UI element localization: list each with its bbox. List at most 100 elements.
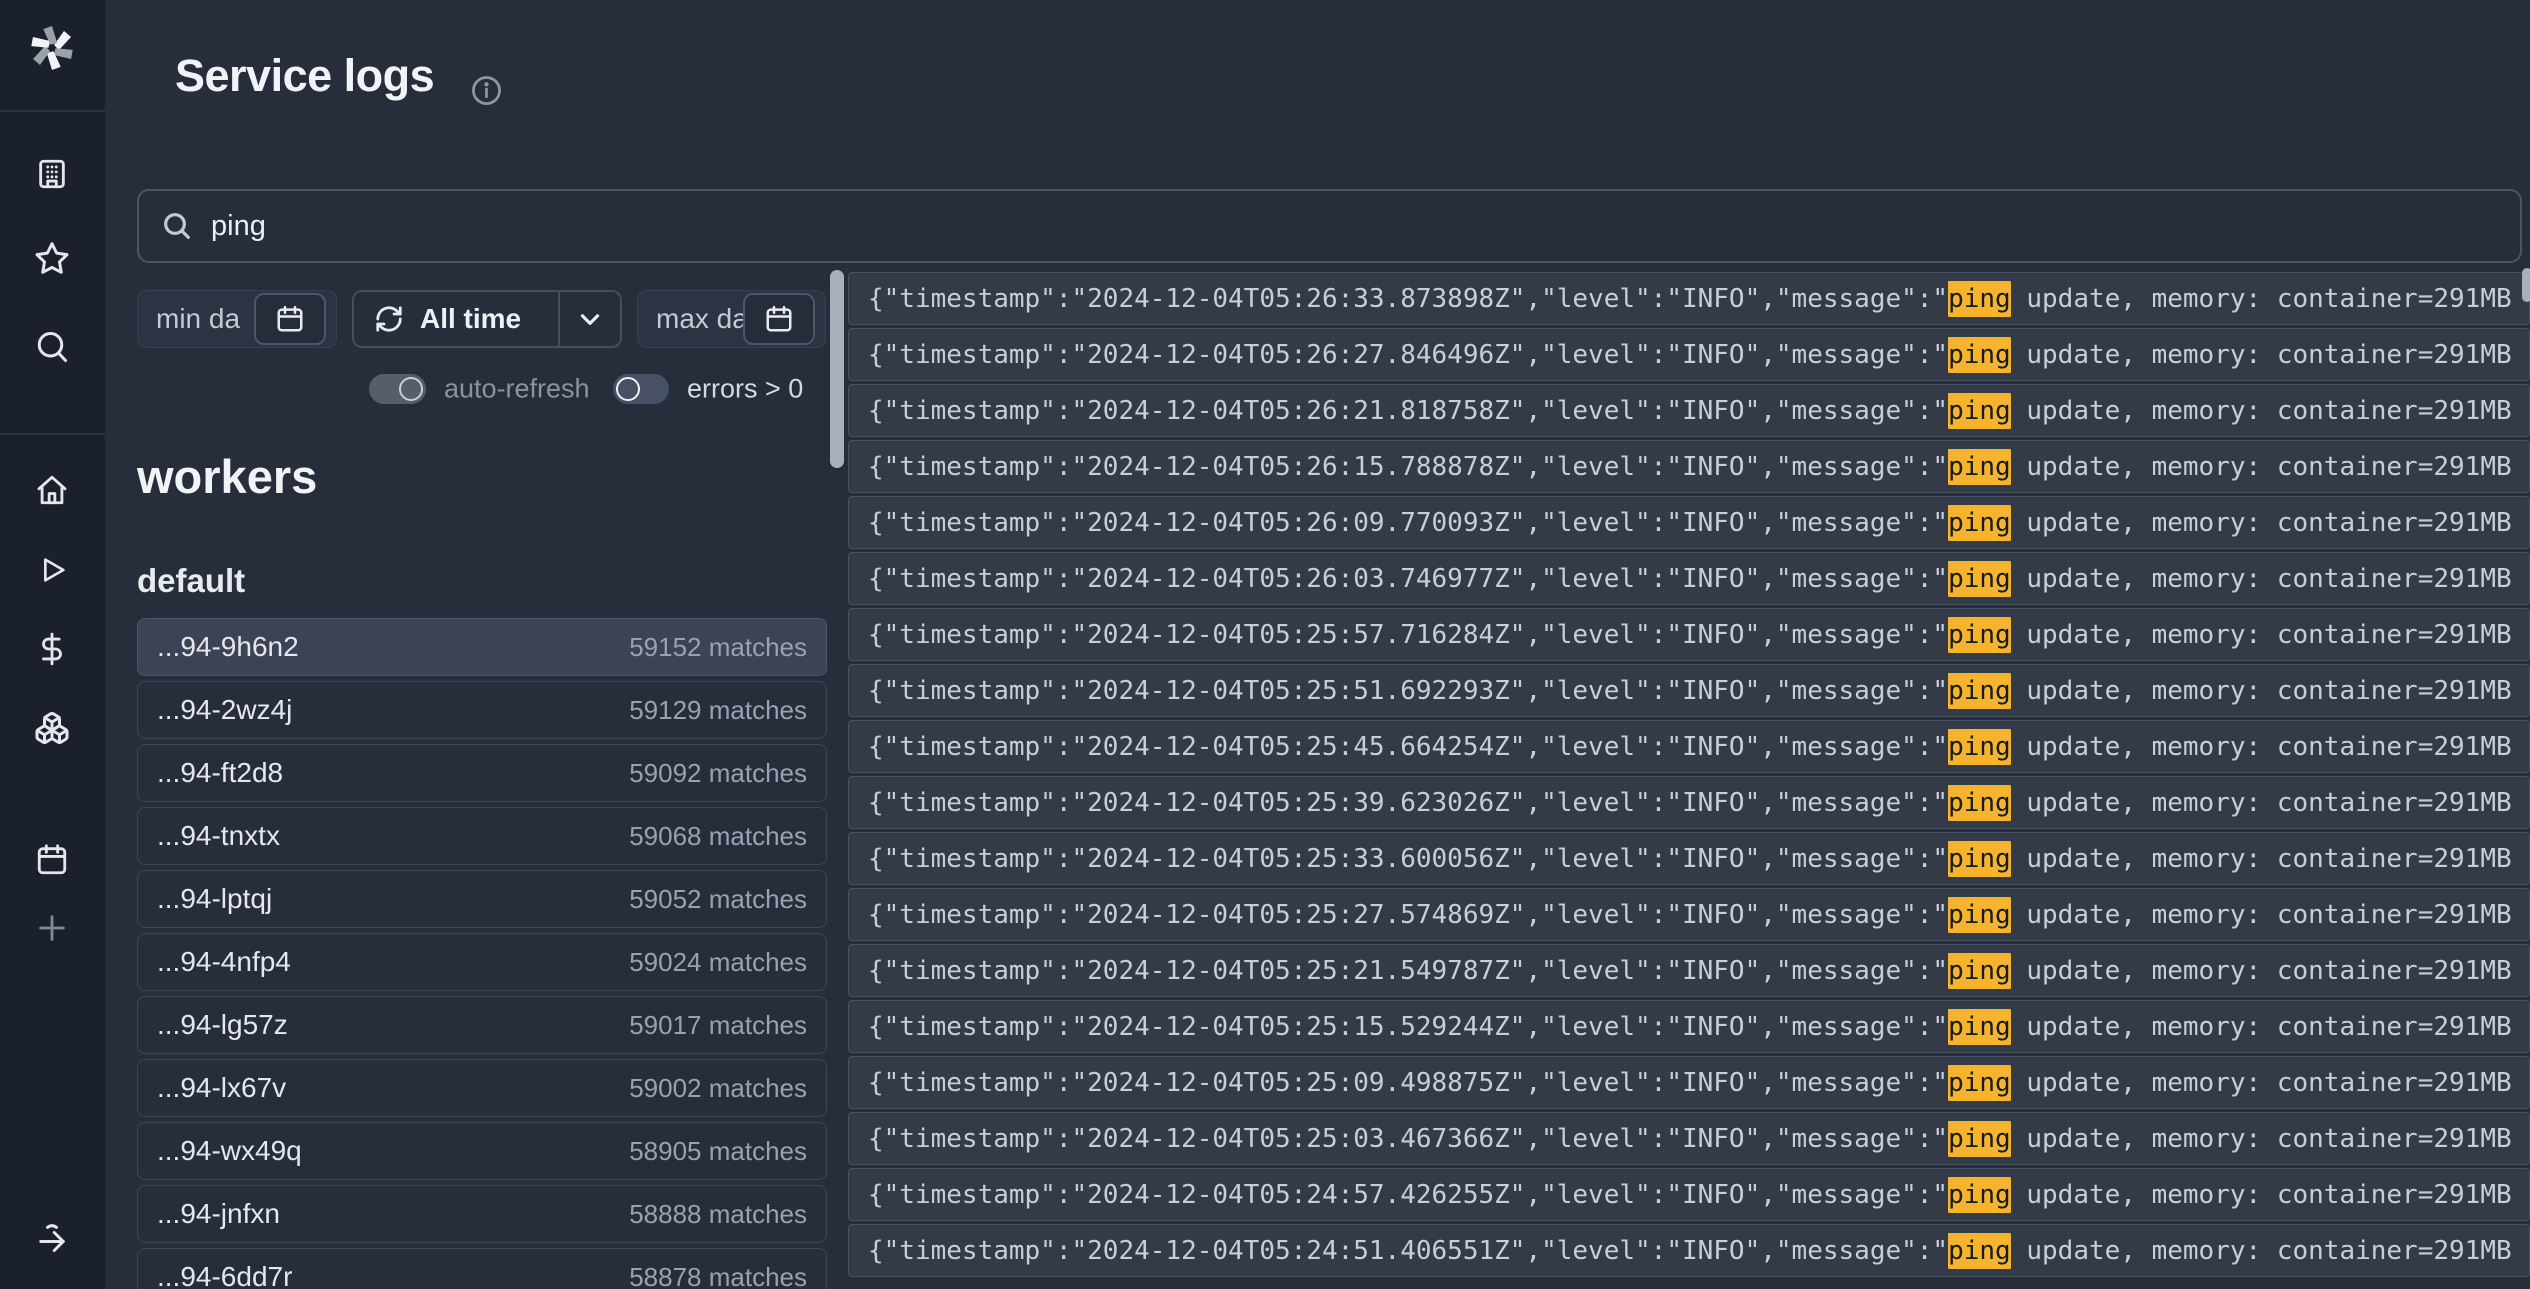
worker-row[interactable]: ...94-9h6n2 59152 matches: [137, 618, 827, 676]
log-text: update, memory: container=291MB: [2011, 620, 2512, 650]
worker-match-count: 59024 matches: [629, 947, 807, 978]
search-icon: [161, 210, 193, 242]
worker-row[interactable]: ...94-lx67v 59002 matches: [137, 1059, 827, 1117]
worker-row[interactable]: ...94-jnfxn58888 matches: [137, 1185, 827, 1243]
log-text: {"timestamp":"2024-12-04T05:25:57.716284…: [868, 620, 1948, 650]
favorites-star-icon[interactable]: [34, 240, 70, 276]
log-row: {"timestamp":"2024-12-04T05:25:27.574869…: [848, 888, 2530, 941]
expand-sidebar-arrow-icon[interactable]: [34, 1222, 70, 1258]
time-range-dropdown[interactable]: [558, 292, 620, 346]
search-highlight: ping: [1948, 673, 2011, 709]
search-highlight: ping: [1948, 953, 2011, 989]
log-text: update, memory: container=291MB: [2011, 1236, 2512, 1266]
search-nav-icon[interactable]: [34, 329, 70, 365]
log-text: update, memory: container=291MB: [2011, 564, 2512, 594]
workers-heading: workers: [137, 449, 317, 504]
log-row: {"timestamp":"2024-12-04T05:25:09.498875…: [848, 1056, 2530, 1109]
worker-row[interactable]: ...94-wx49q58905 matches: [137, 1122, 827, 1180]
schedules-calendar-icon[interactable]: [35, 843, 69, 877]
log-row: {"timestamp":"2024-12-04T05:24:51.406551…: [848, 1224, 2530, 1277]
worker-row[interactable]: ...94-tnxtx59068 matches: [137, 807, 827, 865]
worker-row[interactable]: ...94-4nfp4 59024 matches: [137, 933, 827, 991]
worker-match-count: 59152 matches: [629, 632, 807, 663]
search-highlight: ping: [1948, 729, 2011, 765]
search-highlight: ping: [1948, 505, 2011, 541]
log-text: {"timestamp":"2024-12-04T05:26:33.873898…: [868, 284, 1948, 314]
worker-row[interactable]: ...94-6dd7r 58878 matches: [137, 1248, 827, 1289]
log-text: update, memory: container=291MB: [2011, 676, 2512, 706]
resources-boxes-icon[interactable]: [34, 710, 70, 746]
log-list: {"timestamp":"2024-12-04T05:26:33.873898…: [848, 272, 2530, 1280]
workspace-building-icon[interactable]: [35, 157, 69, 191]
worker-match-count: 59017 matches: [629, 1010, 807, 1041]
log-text: {"timestamp":"2024-12-04T05:24:51.406551…: [868, 1236, 1948, 1266]
dollar-icon[interactable]: [35, 632, 69, 666]
log-text: update, memory: container=291MB: [2011, 1180, 2512, 1210]
runs-play-icon[interactable]: [36, 554, 68, 586]
log-text: update, memory: container=291MB: [2011, 844, 2512, 874]
time-range-label: All time: [420, 303, 521, 335]
worker-row[interactable]: ...94-ft2d859092 matches: [137, 744, 827, 802]
log-text: {"timestamp":"2024-12-04T05:24:57.426255…: [868, 1180, 1948, 1210]
worker-match-count: 59068 matches: [629, 821, 807, 852]
sidebar-divider: [0, 433, 105, 435]
sidebar: [0, 0, 105, 1289]
worker-row[interactable]: ...94-lptqj 59052 matches: [137, 870, 827, 928]
min-date-calendar-button[interactable]: [254, 293, 326, 345]
home-icon[interactable]: [35, 473, 69, 507]
time-range-button[interactable]: All time: [352, 290, 622, 348]
log-text: {"timestamp":"2024-12-04T05:25:39.623026…: [868, 788, 1948, 818]
refresh-icon: [374, 304, 404, 334]
max-date-calendar-button[interactable]: [743, 293, 815, 345]
search-highlight: ping: [1948, 561, 2011, 597]
worker-name: ...94-6dd7r: [157, 1261, 292, 1289]
info-icon[interactable]: [470, 74, 503, 107]
worker-name: ...94-lptqj: [157, 883, 272, 915]
max-date-input[interactable]: max da: [637, 290, 826, 348]
worker-name: ...94-9h6n2: [157, 631, 299, 663]
worker-name: ...94-jnfxn: [157, 1198, 280, 1230]
min-date-placeholder: min da: [156, 303, 240, 335]
log-text: {"timestamp":"2024-12-04T05:26:15.788878…: [868, 452, 1948, 482]
time-range-main[interactable]: All time: [354, 303, 558, 335]
log-row: {"timestamp":"2024-12-04T05:26:27.846496…: [848, 328, 2530, 381]
page-title: Service logs: [175, 50, 434, 102]
log-row: {"timestamp":"2024-12-04T05:25:39.623026…: [848, 776, 2530, 829]
worker-match-count: 59052 matches: [629, 884, 807, 915]
worker-list: ...94-9h6n2 59152 matches ...94-2wz4j59129…: [137, 618, 827, 1289]
errors-toggle[interactable]: [613, 374, 669, 404]
search-highlight: ping: [1948, 897, 2011, 933]
chevron-down-icon: [575, 304, 605, 334]
log-text: update, memory: container=291MB: [2011, 452, 2512, 482]
log-row: {"timestamp":"2024-12-04T05:25:51.692293…: [848, 664, 2530, 717]
sidebar-divider: [0, 110, 105, 112]
search-highlight: ping: [1948, 1233, 2011, 1269]
worker-match-count: 58905 matches: [629, 1136, 807, 1167]
worker-row[interactable]: ...94-2wz4j59129 matches: [137, 681, 827, 739]
add-plus-icon[interactable]: [35, 911, 69, 945]
workers-scrollbar[interactable]: [830, 270, 844, 468]
worker-name: ...94-lx67v: [157, 1072, 286, 1104]
min-date-input[interactable]: min da: [137, 290, 337, 348]
log-row: {"timestamp":"2024-12-04T05:26:09.770093…: [848, 496, 2530, 549]
worker-match-count: 59002 matches: [629, 1073, 807, 1104]
log-text: {"timestamp":"2024-12-04T05:26:21.818758…: [868, 396, 1948, 426]
log-text: {"timestamp":"2024-12-04T05:25:27.574869…: [868, 900, 1948, 930]
worker-row[interactable]: ...94-lg57z 59017 matches: [137, 996, 827, 1054]
worker-match-count: 58878 matches: [629, 1262, 807, 1289]
log-text: update, memory: container=291MB: [2011, 956, 2512, 986]
logs-scrollbar[interactable]: [2522, 268, 2530, 302]
search-highlight: ping: [1948, 1065, 2011, 1101]
auto-refresh-toggle[interactable]: [369, 374, 426, 404]
log-search-input[interactable]: [211, 210, 2520, 243]
log-text: update, memory: container=291MB: [2011, 1124, 2512, 1154]
log-row: {"timestamp":"2024-12-04T05:24:57.426255…: [848, 1168, 2530, 1221]
log-row: {"timestamp":"2024-12-04T05:26:15.788878…: [848, 440, 2530, 493]
log-text: {"timestamp":"2024-12-04T05:25:51.692293…: [868, 676, 1948, 706]
log-text: {"timestamp":"2024-12-04T05:25:03.467366…: [868, 1124, 1948, 1154]
windmill-logo[interactable]: [28, 24, 76, 72]
log-row: {"timestamp":"2024-12-04T05:26:33.873898…: [848, 272, 2530, 325]
worker-name: ...94-lg57z: [157, 1009, 288, 1041]
search-highlight: ping: [1948, 393, 2011, 429]
worker-name: ...94-4nfp4: [157, 946, 291, 978]
